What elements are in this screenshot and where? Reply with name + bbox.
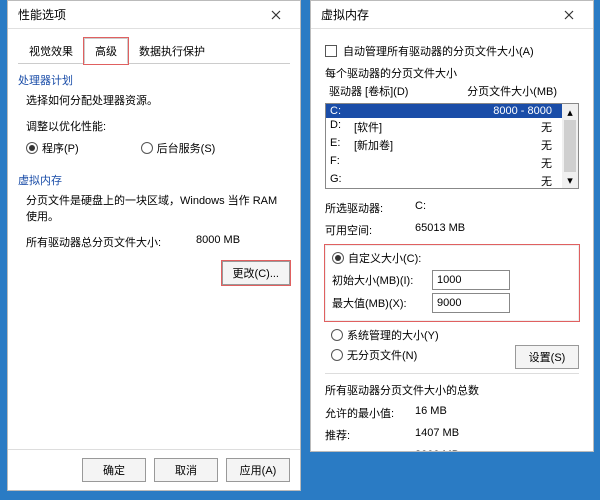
initial-size-input[interactable] xyxy=(432,270,510,290)
min-value: 16 MB xyxy=(415,405,447,421)
group-description: 选择如何分配处理器资源。 xyxy=(26,92,290,108)
max-size-label: 最大值(MB)(X): xyxy=(332,295,432,311)
ok-button[interactable]: 确定 xyxy=(82,458,146,482)
per-drive-label: 每个驱动器的分页文件大小 xyxy=(325,65,579,81)
available-space-value: 65013 MB xyxy=(415,222,465,238)
group-heading: 处理器计划 xyxy=(18,72,290,88)
tabs: 视觉效果 高级 数据执行保护 xyxy=(18,37,290,64)
initial-size-label: 初始大小(MB)(I): xyxy=(332,272,432,288)
cur-label: 当前已分配: xyxy=(325,449,415,451)
radio-label: 程序(P) xyxy=(42,140,79,156)
drive-row[interactable]: G:无 xyxy=(326,172,562,188)
total-pagefile-label: 所有驱动器总分页文件大小: xyxy=(26,234,196,250)
radio-background-services[interactable]: 后台服务(S) xyxy=(141,140,216,156)
checkbox-icon[interactable] xyxy=(325,45,337,57)
drive-row[interactable]: F:无 xyxy=(326,154,562,172)
radio-label: 系统管理的大小(Y) xyxy=(347,327,439,343)
radio-label: 后台服务(S) xyxy=(157,140,216,156)
radio-dot-icon xyxy=(332,252,344,264)
dialog-footer: 确定 取消 应用(A) xyxy=(8,449,300,490)
adjust-label: 调整以优化性能: xyxy=(26,118,290,134)
tab-dep[interactable]: 数据执行保护 xyxy=(128,38,216,64)
radio-system-managed[interactable]: 系统管理的大小(Y) xyxy=(331,327,579,343)
scrollbar[interactable]: ▴ ▾ xyxy=(562,104,578,188)
radio-programs[interactable]: 程序(P) xyxy=(26,140,79,156)
drive-row[interactable]: E:[新加卷]无 xyxy=(326,136,562,154)
selected-drive-value: C: xyxy=(415,200,426,216)
automanage-row[interactable]: 自动管理所有驱动器的分页文件大小(A) xyxy=(325,43,579,59)
radio-no-pagefile[interactable]: 无分页文件(N) xyxy=(331,347,515,363)
col-size-label: 分页文件大小(MB) xyxy=(439,83,575,99)
col-drive-label: 驱动器 [卷标](D) xyxy=(329,83,439,99)
set-button[interactable]: 设置(S) xyxy=(515,345,579,369)
radio-label: 无分页文件(N) xyxy=(347,347,417,363)
radio-dot-icon xyxy=(331,329,343,341)
scroll-down-icon[interactable]: ▾ xyxy=(562,172,578,188)
window-title: 虚拟内存 xyxy=(321,6,551,23)
cancel-button[interactable]: 取消 xyxy=(154,458,218,482)
rec-label: 推荐: xyxy=(325,427,415,443)
drive-row[interactable]: D:[软件]无 xyxy=(326,118,562,136)
titlebar[interactable]: 性能选项 xyxy=(8,1,300,29)
close-icon[interactable] xyxy=(258,1,294,28)
radio-label: 自定义大小(C): xyxy=(348,250,421,266)
custom-size-section: 自定义大小(C): 初始大小(MB)(I): 最大值(MB)(X): xyxy=(325,245,579,321)
radio-custom-size[interactable]: 自定义大小(C): xyxy=(332,250,572,266)
virtual-memory-group: 虚拟内存 分页文件是硬盘上的一块区域，Windows 当作 RAM 使用。 所有… xyxy=(18,172,290,289)
processor-scheduling-group: 处理器计划 选择如何分配处理器资源。 调整以优化性能: 程序(P) 后台服务(S… xyxy=(18,72,290,160)
radio-dot-icon xyxy=(331,349,343,361)
totals-heading: 所有驱动器分页文件大小的总数 xyxy=(325,382,579,398)
tab-visual-effects[interactable]: 视觉效果 xyxy=(18,38,84,64)
titlebar[interactable]: 虚拟内存 xyxy=(311,1,593,29)
selected-drive-label: 所选驱动器: xyxy=(325,200,415,216)
tab-advanced[interactable]: 高级 xyxy=(84,38,128,64)
total-pagefile-value: 8000 MB xyxy=(196,234,240,250)
scroll-thumb[interactable] xyxy=(564,120,576,172)
drive-list[interactable]: C:8000 - 8000D:[软件]无E:[新加卷]无F:无G:无 ▴ ▾ xyxy=(325,103,579,189)
radio-dot-icon xyxy=(141,142,153,154)
drive-row[interactable]: C:8000 - 8000 xyxy=(326,104,562,118)
change-button[interactable]: 更改(C)... xyxy=(222,261,290,285)
scroll-up-icon[interactable]: ▴ xyxy=(562,104,578,120)
group-description: 分页文件是硬盘上的一块区域，Windows 当作 RAM 使用。 xyxy=(26,192,290,224)
cur-value: 8000 MB xyxy=(415,449,459,451)
automanage-label: 自动管理所有驱动器的分页文件大小(A) xyxy=(343,43,534,59)
apply-button[interactable]: 应用(A) xyxy=(226,458,290,482)
available-space-label: 可用空间: xyxy=(325,222,415,238)
min-label: 允许的最小值: xyxy=(325,405,415,421)
virtual-memory-window: 虚拟内存 自动管理所有驱动器的分页文件大小(A) 每个驱动器的分页文件大小 驱动… xyxy=(310,0,594,452)
performance-options-window: 性能选项 视觉效果 高级 数据执行保护 处理器计划 选择如何分配处理器资源。 调… xyxy=(7,0,301,491)
close-icon[interactable] xyxy=(551,1,587,28)
rec-value: 1407 MB xyxy=(415,427,459,443)
max-size-input[interactable] xyxy=(432,293,510,313)
radio-dot-icon xyxy=(26,142,38,154)
group-heading: 虚拟内存 xyxy=(18,172,290,188)
window-title: 性能选项 xyxy=(18,6,258,23)
